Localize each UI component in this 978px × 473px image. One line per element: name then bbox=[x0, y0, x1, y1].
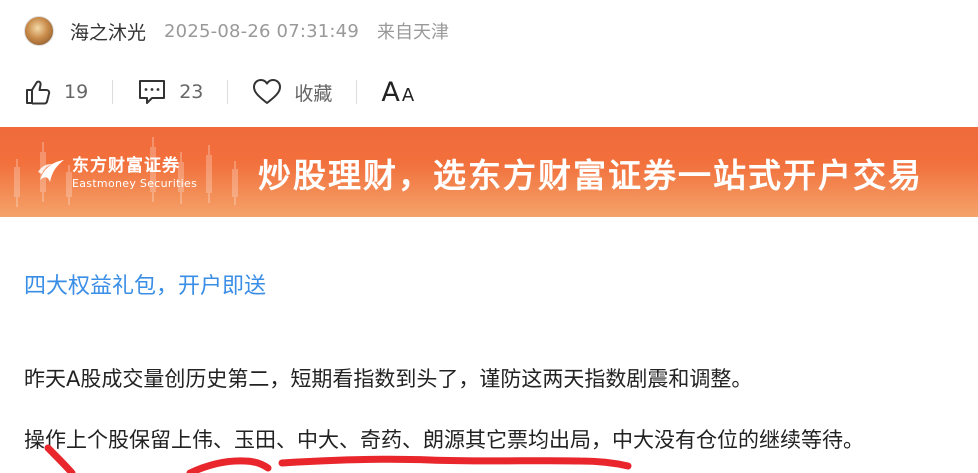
promo-link[interactable]: 四大权益礼包，开户即送 bbox=[24, 268, 266, 300]
like-count: 19 bbox=[64, 81, 89, 103]
action-bar: 19 23 收藏 A A bbox=[24, 74, 414, 110]
post-time: 2025-08-26 07:31:49 bbox=[164, 20, 359, 42]
author-name[interactable]: 海之沐光 bbox=[70, 18, 146, 45]
post-location: 来自天津 bbox=[377, 22, 449, 43]
font-size-large-glyph: A bbox=[381, 76, 400, 108]
favorite-label: 收藏 bbox=[294, 82, 333, 105]
comment-button[interactable]: 23 bbox=[137, 78, 203, 106]
font-size-button[interactable]: A A bbox=[381, 77, 414, 108]
eastmoney-logo-icon bbox=[36, 154, 66, 188]
banner-slogan: 炒股理财，选东方财富证券一站式开户交易 bbox=[258, 156, 923, 195]
comment-icon bbox=[137, 78, 167, 106]
divider bbox=[356, 80, 358, 104]
brand-logo-block: 东方财富证券 Eastmoney Securities bbox=[36, 151, 197, 190]
post-paragraph: 昨天A股成交量创历史第二，短期看指数到头了，谨防这两天指数剧震和调整。 bbox=[24, 367, 753, 391]
post-paragraph: 操作上个股保留上伟、玉田、中大、奇药、朗源其它票均出局，中大没有仓位的继续等待。 bbox=[24, 428, 864, 452]
heart-icon bbox=[252, 78, 282, 106]
avatar[interactable] bbox=[24, 16, 54, 46]
favorite-button[interactable]: 收藏 bbox=[252, 78, 332, 106]
thumbs-up-icon bbox=[24, 78, 52, 106]
ad-banner[interactable]: 东方财富证券 Eastmoney Securities 炒股理财，选东方财富证券… bbox=[0, 127, 978, 217]
post-header: 海之沐光 2025-08-26 07:31:49 来自天津 bbox=[24, 14, 449, 48]
like-button[interactable]: 19 bbox=[24, 78, 88, 106]
brand-name-en: Eastmoney Securities bbox=[72, 177, 198, 190]
comment-count: 23 bbox=[179, 81, 204, 103]
brand-name-cn: 东方财富证券 bbox=[72, 156, 180, 176]
font-size-small-glyph: A bbox=[401, 84, 415, 106]
divider bbox=[227, 80, 229, 104]
divider bbox=[112, 80, 114, 104]
